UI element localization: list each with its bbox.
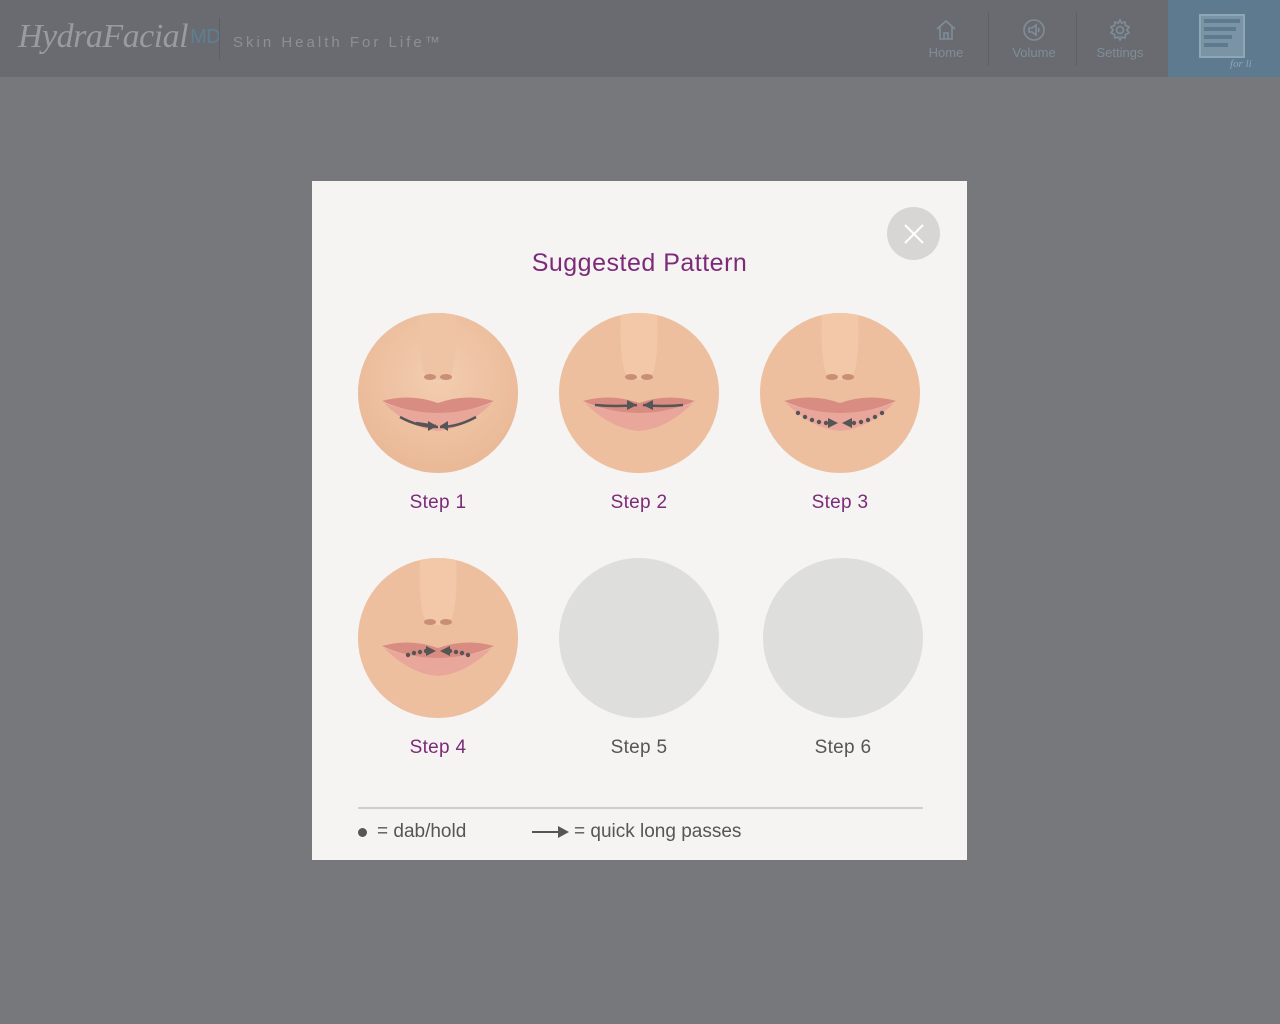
modal-title: Suggested Pattern (531, 249, 748, 277)
legend-dab: = dab/hold (358, 821, 466, 843)
step-label: Step 4 (409, 737, 467, 758)
hydrafacial-logo: HydraFacial MD (18, 18, 221, 55)
legend-pass: = quick long passes (532, 821, 741, 843)
tagline: Skin Health For Life™ (233, 34, 443, 51)
settings-button[interactable]: Settings (1077, 0, 1163, 77)
step-label: Step 2 (610, 492, 668, 513)
step-6[interactable]: Step 6 (762, 558, 924, 759)
step-label: Step 6 (814, 737, 872, 758)
svg-text:for life: for life (1230, 58, 1252, 69)
header-divider (219, 18, 220, 60)
volume-icon (1023, 18, 1045, 41)
app-header: HydraFacial MD Skin Health For Life™ Home… (0, 0, 1280, 77)
step-label: Step 5 (610, 737, 668, 758)
lips-step-4-image (358, 558, 518, 718)
empty-step-placeholder (559, 558, 719, 718)
gear-icon (1109, 17, 1131, 42)
step-label: Step 3 (811, 492, 869, 513)
step-5[interactable]: Step 5 (558, 558, 720, 759)
lips-step-3-image (760, 313, 920, 473)
dot-icon (358, 827, 367, 837)
step-2[interactable]: Step 2 (558, 313, 720, 514)
legend-dab-text: = dab/hold (377, 821, 467, 842)
home-button[interactable]: Home (903, 0, 989, 77)
edge-for-life-logo: for life (1199, 13, 1252, 69)
settings-label: Settings (1096, 44, 1144, 60)
volume-label: Volume (1012, 44, 1056, 60)
step-4[interactable]: Step 4 (357, 558, 519, 759)
legend-divider (358, 807, 923, 809)
home-icon (936, 19, 956, 40)
step-label: Step 1 (409, 492, 467, 513)
volume-button[interactable]: Volume (991, 0, 1077, 77)
lips-step-2-image (559, 313, 719, 473)
empty-step-placeholder (763, 558, 923, 718)
arrow-right-icon (532, 826, 569, 838)
lips-step-1-image (358, 313, 518, 473)
step-1[interactable]: Step 1 (357, 313, 519, 514)
close-icon (903, 223, 924, 244)
legend-pass-text: = quick long passes (574, 821, 742, 842)
edge-brand-button[interactable]: for life (1168, 0, 1280, 77)
home-label: Home (928, 44, 964, 60)
suggested-pattern-modal: Suggested Pattern Step 1 Step 2 Step 3 S… (312, 181, 967, 860)
step-3[interactable]: Step 3 (759, 313, 921, 514)
